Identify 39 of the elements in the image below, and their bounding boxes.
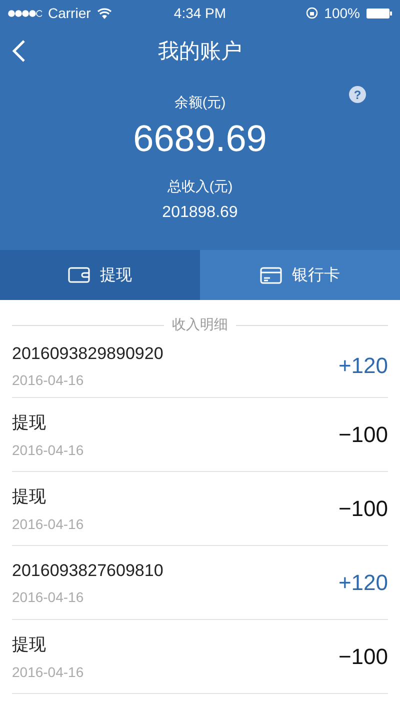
total-income-amount: 201898.69 bbox=[162, 204, 238, 222]
total-income-label: 总收入(元) bbox=[167, 178, 233, 196]
transaction-row[interactable]: 提现 2016-04-16 −100 bbox=[12, 620, 388, 694]
transaction-date: 2016-04-16 bbox=[12, 442, 84, 458]
transaction-row[interactable]: 提现 2016-04-16 −100 bbox=[12, 398, 388, 472]
transaction-date: 2016-04-16 bbox=[12, 664, 84, 680]
transaction-row[interactable]: 提现 2016-04-16 −100 bbox=[12, 472, 388, 546]
transaction-amount: +120 bbox=[338, 570, 388, 596]
back-icon[interactable] bbox=[12, 39, 26, 63]
battery-icon bbox=[366, 8, 392, 18]
transaction-amount: −100 bbox=[338, 496, 388, 522]
transaction-title: 提现 bbox=[12, 412, 47, 434]
transaction-amount: −100 bbox=[338, 422, 388, 448]
transaction-amount: +120 bbox=[338, 352, 388, 378]
card-icon bbox=[260, 266, 282, 284]
wallet-icon bbox=[68, 267, 90, 283]
transaction-amount: −100 bbox=[338, 644, 388, 670]
battery-percent: 100% bbox=[324, 5, 360, 21]
balance-amount: 6689.69 bbox=[133, 118, 267, 160]
page-title: 我的账户 bbox=[158, 39, 242, 65]
help-icon[interactable]: ? bbox=[349, 86, 366, 103]
tab[interactable]: 银行卡 bbox=[200, 250, 400, 300]
clock: 4:34 PM bbox=[174, 5, 226, 21]
transaction-title: 提现 bbox=[12, 634, 47, 656]
transaction-date: 2016-04-16 bbox=[12, 516, 84, 532]
transaction-date: 2016-04-16 bbox=[12, 588, 85, 604]
transaction-row[interactable]: 2016093829890920 2016-04-16 +120 bbox=[12, 334, 388, 398]
section-heading: 收入明细 bbox=[172, 316, 228, 334]
tab[interactable]: 提现 bbox=[0, 250, 200, 300]
transaction-title: 2016093827609810 bbox=[12, 560, 164, 580]
transaction-row[interactable]: 2016093827609810 2016-04-16 +120 bbox=[12, 546, 388, 620]
transaction-title: 提现 bbox=[12, 486, 47, 508]
carrier-label: Carrier bbox=[48, 5, 91, 21]
transaction-title: 2016093829890920 bbox=[12, 344, 164, 364]
signal-icon bbox=[8, 10, 42, 16]
transaction-date: 2016-04-16 bbox=[12, 372, 85, 388]
balance-label: 余额(元) bbox=[174, 94, 226, 112]
rotation-lock-icon bbox=[306, 7, 318, 19]
wifi-icon bbox=[96, 8, 112, 18]
